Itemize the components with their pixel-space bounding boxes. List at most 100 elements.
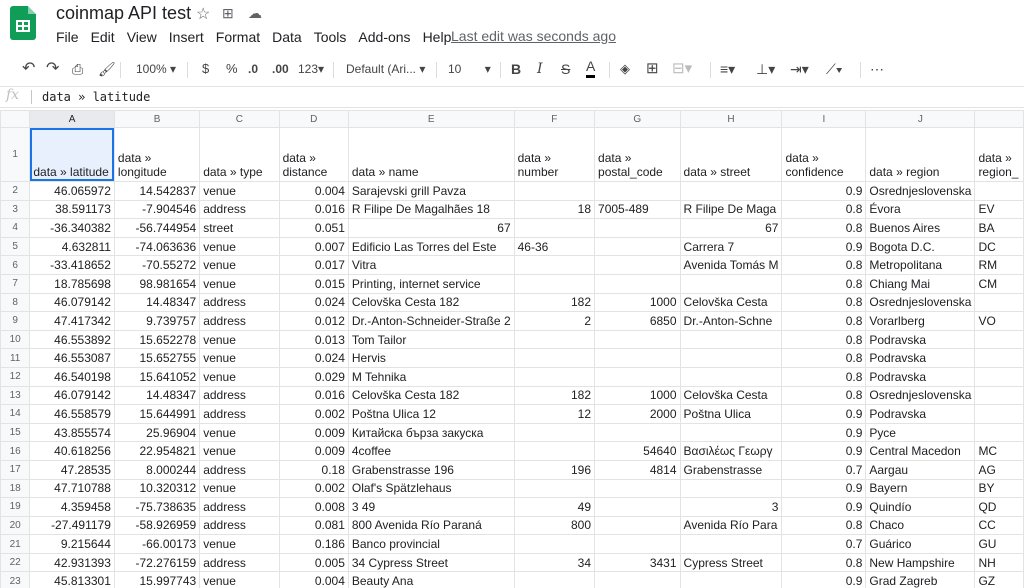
table-cell[interactable]: -75.738635 (113, 497, 201, 517)
table-cell[interactable]: -7.904546 (113, 199, 201, 220)
header-cell[interactable]: data » region_ (974, 127, 1024, 182)
row-header[interactable]: 23 (0, 571, 31, 588)
table-cell[interactable]: 0.013 (278, 329, 349, 350)
table-cell[interactable]: CM (974, 273, 1024, 294)
row-header[interactable]: 8 (0, 292, 31, 313)
table-cell[interactable]: 47.28535 (29, 459, 115, 480)
table-cell[interactable]: venue (199, 255, 280, 275)
formula-input[interactable]: data » latitude (42, 90, 150, 104)
table-cell[interactable]: 3 (679, 497, 783, 517)
table-cell[interactable] (594, 273, 681, 294)
table-cell[interactable]: 4.632811 (29, 236, 115, 257)
document-title[interactable]: coinmap API test (56, 3, 191, 24)
table-cell[interactable]: 67 (679, 218, 783, 238)
row-header[interactable]: 11 (0, 348, 31, 368)
table-cell[interactable]: 0.9 (781, 441, 867, 461)
table-cell[interactable] (679, 273, 783, 294)
table-cell[interactable]: 67 (347, 218, 515, 238)
table-cell[interactable]: Cypress Street (679, 552, 783, 573)
borders-icon[interactable]: ⊞ (646, 56, 659, 82)
table-cell[interactable] (594, 348, 681, 368)
table-cell[interactable]: 4.359458 (29, 497, 115, 517)
table-cell[interactable]: CC (974, 515, 1024, 536)
table-cell[interactable]: 0.002 (278, 478, 349, 499)
row-header[interactable]: 20 (0, 515, 31, 536)
table-cell[interactable]: BA (974, 218, 1024, 238)
table-cell[interactable]: 0.016 (278, 199, 349, 220)
table-cell[interactable]: 196 (513, 459, 596, 480)
table-cell[interactable]: New Hampshire (865, 552, 976, 573)
table-cell[interactable] (594, 181, 681, 201)
table-cell[interactable]: 0.9 (781, 571, 867, 588)
table-cell[interactable]: -66.00173 (113, 534, 201, 554)
text-rotation-icon[interactable]: ⟋▾ (826, 56, 843, 82)
table-cell[interactable]: MC (974, 441, 1024, 461)
table-cell[interactable]: address (199, 515, 280, 536)
table-cell[interactable]: Celovška Cesta 182 (347, 385, 515, 406)
header-cell[interactable]: data » longitude (113, 127, 201, 182)
text-wrapping-icon[interactable]: ⇥▾ (790, 56, 809, 82)
table-cell[interactable] (974, 348, 1024, 368)
table-cell[interactable] (594, 329, 681, 350)
horizontal-align-icon[interactable]: ≡▾ (720, 56, 735, 82)
table-cell[interactable]: Central Macedon (865, 441, 976, 461)
table-cell[interactable]: Avenida Tomás M (679, 255, 783, 275)
table-cell[interactable]: Osrednjeslovenska (865, 385, 976, 406)
table-cell[interactable]: Guárico (865, 534, 976, 554)
table-cell[interactable]: 47.710788 (29, 478, 115, 499)
table-cell[interactable]: Beauty Ana (347, 571, 515, 588)
table-cell[interactable]: -70.55272 (113, 255, 201, 275)
table-cell[interactable]: 0.004 (278, 571, 349, 588)
menu-file[interactable]: File (50, 27, 85, 47)
table-cell[interactable]: 46.553892 (29, 329, 115, 350)
table-cell[interactable]: 15.644991 (113, 404, 201, 424)
table-cell[interactable] (594, 515, 681, 536)
table-cell[interactable]: R Filipe De Maga (679, 199, 783, 220)
table-cell[interactable]: Dr.-Anton-Schneider-Straße 2 (347, 311, 515, 331)
table-cell[interactable]: 1000 (594, 385, 681, 406)
table-cell[interactable]: 46.079142 (29, 292, 115, 313)
table-cell[interactable]: 0.8 (781, 366, 867, 387)
table-cell[interactable]: Edificio Las Torres del Este (347, 236, 515, 257)
table-cell[interactable]: 800 Avenida Río Paraná (347, 515, 515, 536)
table-cell[interactable]: Grabenstrasse (679, 459, 783, 480)
table-cell[interactable]: 0.024 (278, 348, 349, 368)
table-cell[interactable]: Китайска бърза закуска (347, 422, 515, 443)
table-cell[interactable]: venue (199, 441, 280, 461)
font-family-select[interactable]: Default (Ari... ▾ (346, 56, 425, 82)
row-header[interactable]: 14 (0, 404, 31, 424)
italic-icon[interactable]: I (537, 56, 543, 82)
table-cell[interactable]: 47.417342 (29, 311, 115, 331)
table-cell[interactable]: 0.9 (781, 422, 867, 443)
table-cell[interactable]: 182 (513, 292, 596, 313)
header-cell[interactable]: data » number (513, 127, 596, 182)
table-cell[interactable]: 0.081 (278, 515, 349, 536)
table-cell[interactable]: 0.002 (278, 404, 349, 424)
column-header[interactable]: C (199, 110, 280, 128)
increase-decimals-button[interactable]: .00 (272, 56, 289, 82)
more-options-icon[interactable]: ⋯ (870, 56, 884, 82)
table-cell[interactable]: Quindío (865, 497, 976, 517)
table-cell[interactable]: Dr.-Anton-Schne (679, 311, 783, 331)
table-cell[interactable]: BY (974, 478, 1024, 499)
table-cell[interactable]: 0.008 (278, 497, 349, 517)
table-cell[interactable]: 22.954821 (113, 441, 201, 461)
menu-addons[interactable]: Add-ons (352, 27, 416, 47)
menu-insert[interactable]: Insert (163, 27, 210, 47)
table-cell[interactable]: Podravska (865, 366, 976, 387)
zoom-select[interactable]: 100% ▾ (136, 56, 176, 82)
table-cell[interactable]: 14.48347 (113, 292, 201, 313)
table-cell[interactable]: 9.215644 (29, 534, 115, 554)
table-cell[interactable] (594, 218, 681, 238)
table-cell[interactable]: 49 (513, 497, 596, 517)
table-cell[interactable]: venue (199, 236, 280, 257)
table-cell[interactable]: Poštna Ulica (679, 404, 783, 424)
table-cell[interactable]: 18 (513, 199, 596, 220)
table-cell[interactable]: Podravska (865, 404, 976, 424)
table-cell[interactable]: Sarajevski grill Pavza (347, 181, 515, 201)
table-cell[interactable]: 0.8 (781, 348, 867, 368)
table-cell[interactable] (974, 366, 1024, 387)
table-cell[interactable]: Βασιλέως Γεωργ (679, 441, 783, 461)
table-cell[interactable]: 42.931393 (29, 552, 115, 573)
table-cell[interactable]: 10.320312 (113, 478, 201, 499)
